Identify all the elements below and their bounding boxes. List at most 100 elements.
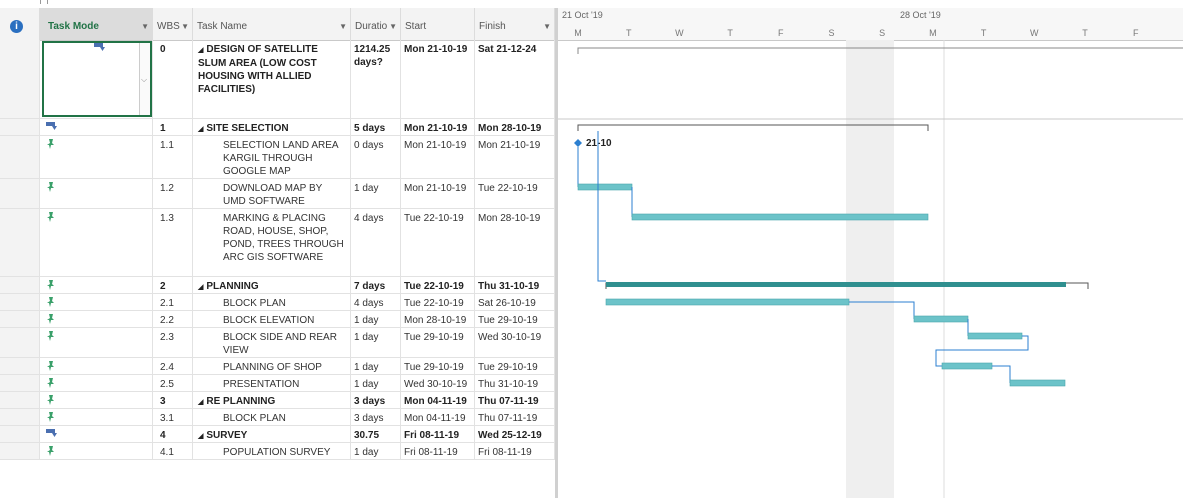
task-name-cell[interactable]: ◢ SURVEY — [193, 426, 351, 442]
task-mode-cell[interactable] — [40, 443, 153, 459]
collapse-icon[interactable]: ◢ — [198, 399, 203, 406]
task-bar[interactable] — [941, 362, 993, 370]
task-name-cell[interactable]: PLANNING OF SHOP — [193, 358, 351, 374]
duration-cell[interactable]: 3 days — [351, 409, 401, 425]
wbs-cell[interactable]: 2 — [153, 277, 193, 293]
finish-cell[interactable]: Wed 25-12-19 — [475, 426, 555, 442]
task-mode-cell[interactable] — [40, 409, 153, 425]
wbs-cell[interactable]: 1.3 — [153, 209, 193, 276]
task-mode-cell[interactable] — [40, 209, 153, 276]
duration-cell[interactable]: 1 day — [351, 328, 401, 357]
table-row[interactable]: 1.1 SELECTION LAND AREA KARGIL THROUGH GO… — [0, 136, 555, 179]
task-name-cell[interactable]: BLOCK SIDE AND REAR VIEW — [193, 328, 351, 357]
wbs-cell[interactable]: 4.1 — [153, 443, 193, 459]
collapse-icon[interactable]: ◢ — [198, 284, 203, 291]
task-bar[interactable] — [631, 213, 929, 221]
table-row[interactable]: ⌵ 0 ◢ DESIGN OF SATELLITE SLUM AREA (LOW CO… — [0, 40, 555, 119]
task-name-cell[interactable]: BLOCK ELEVATION — [193, 311, 351, 327]
task-mode-cell[interactable] — [40, 358, 153, 374]
task-mode-cell[interactable] — [40, 294, 153, 310]
duration-cell[interactable]: 1214.25 days? — [351, 40, 401, 118]
duration-cell[interactable]: 1 day — [351, 358, 401, 374]
task-bar[interactable] — [1009, 379, 1066, 387]
duration-cell[interactable]: 1 day — [351, 443, 401, 459]
dropdown-button[interactable]: ⌵ — [139, 43, 150, 115]
task-sheet[interactable]: i Task Mode ▼ WBS ▼ Task Name ▼ Duratio … — [0, 8, 555, 498]
duration-cell[interactable]: 1 day — [351, 179, 401, 208]
task-mode-cell[interactable] — [40, 311, 153, 327]
start-column-header[interactable]: Start — [401, 8, 475, 40]
finish-cell[interactable]: Tue 29-10-19 — [475, 358, 555, 374]
table-row[interactable]: 1 ◢ SITE SELECTION 5 days Mon 21-10-19 Mon 28… — [0, 119, 555, 136]
wbs-cell[interactable]: 3.1 — [153, 409, 193, 425]
table-row[interactable]: 3.1 BLOCK PLAN 3 days Mon 04-11-19 Thu 07-11… — [0, 409, 555, 426]
finish-cell[interactable]: Mon 28-10-19 — [475, 209, 555, 276]
task-name-cell[interactable]: BLOCK PLAN — [193, 409, 351, 425]
wbs-cell[interactable]: 4 — [153, 426, 193, 442]
table-row[interactable]: 4◢SURVEY30.75 dayFri 08-11-19Wed 25-12-1… — [0, 426, 555, 443]
start-cell[interactable]: Mon 28-10-19 — [401, 311, 475, 327]
finish-cell[interactable]: Thu 31-10-19 — [475, 277, 555, 293]
task-mode-cell[interactable] — [40, 328, 153, 357]
table-row[interactable]: 2.3 BLOCK SIDE AND REAR VIEW 1 day Tue 29-1… — [0, 328, 555, 358]
task-name-cell[interactable]: PRESENTATION — [193, 375, 351, 391]
wbs-cell[interactable]: 2.2 — [153, 311, 193, 327]
duration-cell[interactable]: 3 days — [351, 392, 401, 408]
selected-cell[interactable]: ⌵ — [42, 41, 152, 117]
table-row[interactable]: 4.1 POPULATION SURVEY 1 day Fri 08-11-19 Fri… — [0, 443, 555, 460]
finish-cell[interactable]: Mon 28-10-19 — [475, 119, 555, 135]
task-name-cell[interactable]: ◢ SITE SELECTION — [193, 119, 351, 135]
duration-cell[interactable]: 7 days — [351, 277, 401, 293]
task-mode-cell[interactable] — [40, 277, 153, 293]
duration-cell[interactable]: 30.75 day — [351, 426, 401, 442]
task-mode-cell[interactable] — [40, 375, 153, 391]
task-name-cell[interactable]: ◢ PLANNING — [193, 277, 351, 293]
task-bar[interactable] — [913, 315, 969, 323]
start-cell[interactable]: Tue 29-10-19 — [401, 328, 475, 357]
table-row[interactable]: 1.3 MARKING & PLACING ROAD, HOUSE, SHOP, … — [0, 209, 555, 277]
task-name-cell[interactable]: MARKING & PLACING ROAD, HOUSE, SHOP, PON… — [193, 209, 351, 276]
duration-cell[interactable]: 4 days — [351, 209, 401, 276]
finish-cell[interactable]: Tue 22-10-19 — [475, 179, 555, 208]
start-cell[interactable]: Tue 22-10-19 — [401, 294, 475, 310]
start-cell[interactable]: Mon 21-10-19 — [401, 136, 475, 178]
start-cell[interactable]: Tue 22-10-19 — [401, 277, 475, 293]
duration-column-header[interactable]: Duratio ▼ — [351, 8, 401, 40]
wbs-cell[interactable]: 1 — [153, 119, 193, 135]
task-name-column-header[interactable]: Task Name ▼ — [193, 8, 351, 40]
start-cell[interactable]: Tue 22-10-19 — [401, 209, 475, 276]
duration-cell[interactable]: 0 days — [351, 136, 401, 178]
finish-cell[interactable]: Mon 21-10-19 — [475, 136, 555, 178]
task-name-cell[interactable]: SELECTION LAND AREA KARGIL THROUGH GOOGL… — [193, 136, 351, 178]
wbs-column-header[interactable]: WBS ▼ — [153, 8, 193, 40]
wbs-cell[interactable]: 2.1 — [153, 294, 193, 310]
table-row[interactable]: 2.2 BLOCK ELEVATION 1 day Mon 28-10-19 Tue 2… — [0, 311, 555, 328]
wbs-cell[interactable]: 1.2 — [153, 179, 193, 208]
start-cell[interactable]: Wed 30-10-19 — [401, 375, 475, 391]
table-row[interactable]: 2.5 PRESENTATION 1 day Wed 30-10-19 Thu 31-1… — [0, 375, 555, 392]
wbs-cell[interactable]: 2.3 — [153, 328, 193, 357]
finish-cell[interactable]: Thu 07-11-19 — [475, 409, 555, 425]
duration-cell[interactable]: 4 days — [351, 294, 401, 310]
task-mode-cell[interactable] — [40, 136, 153, 178]
start-cell[interactable]: Mon 21-10-19 — [401, 119, 475, 135]
collapse-icon[interactable]: ◢ — [198, 433, 203, 440]
finish-cell[interactable]: Tue 29-10-19 — [475, 311, 555, 327]
table-row[interactable]: 1.2 DOWNLOAD MAP BY UMD SOFTWARE 1 day Mon … — [0, 179, 555, 209]
start-cell[interactable]: Fri 08-11-19 — [401, 426, 475, 442]
wbs-cell[interactable]: 0 — [153, 40, 193, 118]
duration-cell[interactable]: 5 days — [351, 119, 401, 135]
task-mode-cell[interactable] — [40, 426, 153, 442]
wbs-cell[interactable]: 2.5 — [153, 375, 193, 391]
duration-cell[interactable]: 1 day — [351, 311, 401, 327]
task-name-cell[interactable]: DOWNLOAD MAP BY UMD SOFTWARE — [193, 179, 351, 208]
finish-cell[interactable]: Thu 07-11-19 — [475, 392, 555, 408]
start-cell[interactable]: Mon 04-11-19 — [401, 392, 475, 408]
task-mode-cell[interactable] — [40, 179, 153, 208]
task-bar[interactable] — [605, 298, 850, 306]
task-bar[interactable] — [577, 183, 633, 191]
task-mode-cell[interactable] — [40, 392, 153, 408]
task-name-cell[interactable]: ◢ RE PLANNING — [193, 392, 351, 408]
finish-cell[interactable]: Sat 26-10-19 — [475, 294, 555, 310]
wbs-cell[interactable]: 3 — [153, 392, 193, 408]
